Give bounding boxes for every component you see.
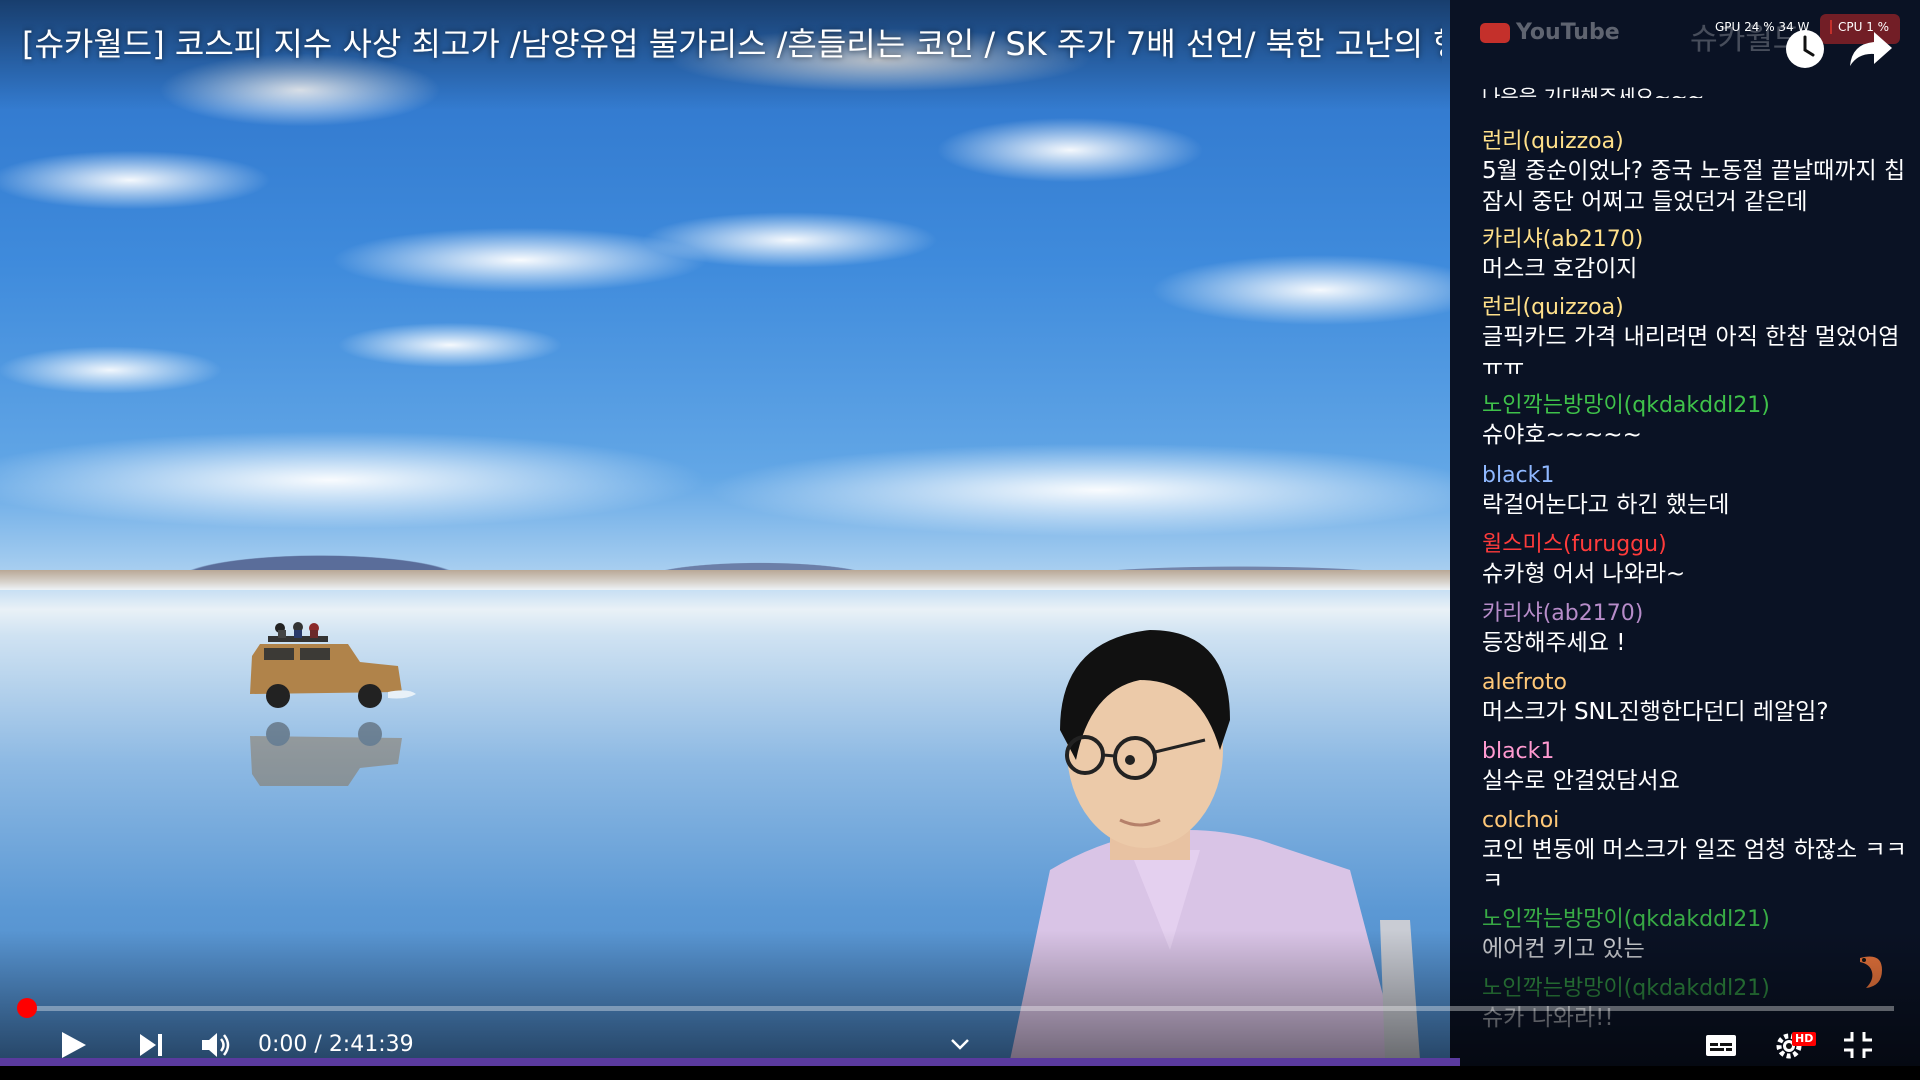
car-reflection [250, 722, 402, 786]
stream-overlay-bar [0, 1058, 1460, 1066]
chat-username[interactable]: 윌스미스(furuggu) [1482, 531, 1912, 559]
progress-scrubber[interactable] [17, 998, 37, 1018]
chat-username[interactable]: colchoi [1482, 807, 1912, 835]
car-on-salt-flat [250, 622, 416, 708]
chat-message: alefroto 머스크가 SNL진행한다던디 레알임? [1482, 669, 1912, 728]
live-chat-panel[interactable]: 나음을 기대해주세요~~~ 런리(quizzoa) 5월 중순이었나? 중국 노동… [1450, 0, 1920, 1080]
letterbox [0, 1066, 1920, 1080]
chat-message-text: 등장해주세요 ! [1482, 630, 1626, 656]
chat-message-text: 5월 중순이었나? 중국 노동절 끝날때까지 칩 잠시 중단 어쩌고 들었던거 … [1482, 158, 1906, 215]
chat-message: 카리샤(ab2170) 등장해주세요 ! [1482, 600, 1912, 659]
share-arrow-icon[interactable] [1846, 26, 1896, 72]
salt-flat-horizon [0, 570, 1450, 590]
watch-later-clock-icon[interactable] [1782, 26, 1828, 72]
time-display: 0:00 / 2:41:39 [258, 1030, 414, 1060]
chat-username[interactable]: black1 [1482, 462, 1912, 490]
chat-username[interactable]: 노인깍는방망이(qkdakddl21) [1482, 392, 1912, 420]
chat-username[interactable]: 카리샤(ab2170) [1482, 226, 1912, 254]
chat-message-text: 슈카형 어서 나와라~ [1482, 561, 1686, 587]
play-icon[interactable] [58, 1030, 88, 1060]
chat-message: 런리(quizzoa) 글픽카드 가격 내리려면 아직 한참 멀었어염 ㅠㅠ [1482, 294, 1912, 384]
chat-message: black1 락걸어논다고 하긴 했는데 [1482, 462, 1912, 521]
chevron-down-icon[interactable] [944, 1030, 976, 1060]
video-frame[interactable] [0, 0, 1450, 1060]
hd-badge: HD [1792, 1032, 1817, 1046]
youtube-logo: YouTube [1480, 20, 1620, 45]
chat-message: 노인깍는방망이(qkdakddl21) 슈야호~~~~~ [1482, 392, 1912, 451]
youtube-logo-text: YouTube [1516, 20, 1620, 45]
next-video-icon[interactable] [136, 1030, 166, 1060]
time-current: 0:00 [258, 1032, 308, 1057]
video-player[interactable]: [슈카월드] 코스피 지수 사상 최고가 /남양유업 불가리스 /흔들리는 코인… [0, 0, 1920, 1080]
chat-message-text: 코인 변동에 머스크가 일조 엄청 하잖소 ㅋㅋ ㅋ [1482, 837, 1907, 894]
chat-cutoff-message: 나음을 기대해주세요~~~ [1482, 85, 1705, 98]
video-title[interactable]: [슈카월드] 코스피 지수 사상 최고가 /남양유업 불가리스 /흔들리는 코인… [22, 22, 1442, 66]
chat-username[interactable]: 런리(quizzoa) [1482, 128, 1912, 156]
chat-message-text: 락걸어논다고 하긴 했는데 [1482, 492, 1730, 518]
chat-message: black1 실수로 안걸었담서요 [1482, 738, 1912, 797]
chat-username[interactable]: 카리샤(ab2170) [1482, 600, 1912, 628]
volume-icon[interactable] [200, 1030, 234, 1060]
chat-message: colchoi 코인 변동에 머스크가 일조 엄청 하잖소 ㅋㅋ ㅋ [1482, 807, 1912, 897]
chat-message: 카리샤(ab2170) 머스크 호감이지 [1482, 226, 1912, 285]
time-total: 2:41:39 [328, 1032, 414, 1057]
time-separator: / [307, 1032, 329, 1057]
exit-fullscreen-icon[interactable] [1842, 1030, 1874, 1060]
chat-message-text: 머스크가 SNL진행한다던디 레알임? [1482, 699, 1829, 725]
chat-username[interactable]: 런리(quizzoa) [1482, 294, 1912, 322]
chat-username[interactable]: alefroto [1482, 669, 1912, 697]
chat-message-text: 글픽카드 가격 내리려면 아직 한참 멀었어염 ㅠㅠ [1482, 324, 1900, 381]
chat-username[interactable]: black1 [1482, 738, 1912, 766]
subtitles-icon[interactable] [1704, 1030, 1738, 1060]
progress-bar[interactable] [26, 1006, 1894, 1011]
chat-message-text: 슈야호~~~~~ [1482, 422, 1642, 448]
chat-message: 윌스미스(furuggu) 슈카형 어서 나와라~ [1482, 531, 1912, 590]
youtube-logo-icon [1480, 23, 1510, 43]
chat-message-text: 머스크 호감이지 [1482, 256, 1638, 282]
chat-message: 런리(quizzoa) 5월 중순이었나? 중국 노동절 끝날때까지 칩 잠시 중… [1482, 128, 1912, 218]
chat-message-text: 실수로 안걸었담서요 [1482, 768, 1680, 794]
